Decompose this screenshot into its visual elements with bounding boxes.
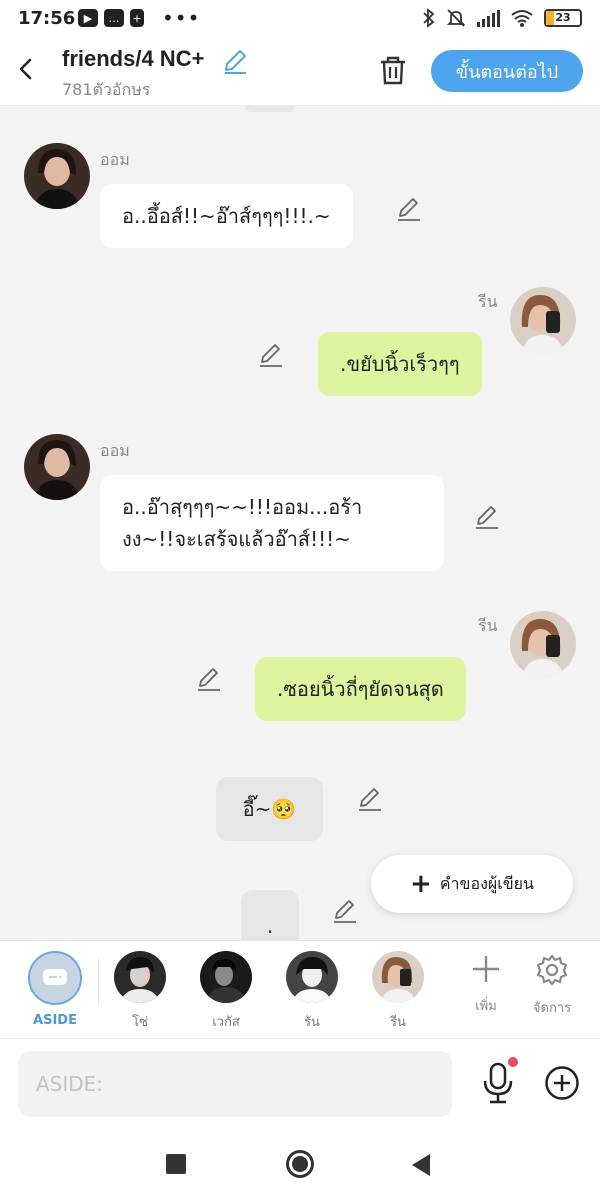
- narration-bubble[interactable]: .: [241, 890, 299, 940]
- add-circle-icon[interactable]: [544, 1065, 580, 1101]
- edit-message-pencil-icon[interactable]: [332, 898, 358, 924]
- input-bar: [0, 1038, 600, 1130]
- author-note-button[interactable]: + คำของผู้เขียน: [371, 855, 573, 913]
- notification-dot: [508, 1057, 518, 1067]
- manage-characters-button[interactable]: จัดการ: [522, 953, 582, 1018]
- status-right-icons: 23: [422, 8, 582, 28]
- edit-message-pencil-icon[interactable]: [474, 504, 500, 530]
- back-triangle-icon[interactable]: [412, 1154, 430, 1176]
- message-bubble[interactable]: .ซอยนิ้วถี่ๆยัดจนสุด: [255, 657, 466, 721]
- message-bubble[interactable]: อ..อึ้อส์!!~อ๊าส์ๆๆๆ!!!.~: [100, 184, 353, 248]
- media-icon: ▶: [78, 9, 98, 27]
- aside-chat-icon: [28, 951, 82, 1005]
- signal-icon: [477, 10, 500, 27]
- gear-icon: [536, 954, 568, 986]
- character-label: รีน: [390, 1015, 406, 1030]
- chat-area[interactable]: ออม อ..อึ้อส์!!~อ๊าส์ๆๆๆ!!!.~ รีน .ขยับน…: [0, 106, 600, 940]
- message-icon: …: [104, 9, 124, 27]
- sender-name: ออม: [100, 441, 130, 460]
- page-title: friends/4 NC+: [62, 46, 205, 71]
- avatar-reen[interactable]: [510, 287, 576, 353]
- edit-message-pencil-icon[interactable]: [357, 786, 383, 812]
- sender-name: รีน: [478, 616, 498, 635]
- author-note-label: คำของผู้เขียน: [439, 873, 534, 893]
- divider: [98, 959, 99, 1005]
- edit-message-pencil-icon[interactable]: [258, 342, 284, 368]
- status-bar: 17:56 ▶ … + ••• 23: [0, 0, 600, 38]
- avatar-aom[interactable]: [24, 434, 90, 500]
- message-line: งง~!!จะเสร้จแล้วอ๊าส์!!!~: [122, 527, 351, 551]
- character-label: ASIDE: [33, 1013, 77, 1028]
- character-aside[interactable]: ASIDE: [25, 951, 85, 1028]
- system-nav-bar: [0, 1130, 600, 1200]
- message-input[interactable]: [18, 1051, 452, 1117]
- edit-message-pencil-icon[interactable]: [196, 666, 222, 692]
- battery-saver-icon: +: [130, 9, 144, 27]
- tool-label: เพิ่ม: [475, 999, 497, 1014]
- narration-bubble[interactable]: อี๊~🥺: [216, 777, 323, 841]
- avatar-reen[interactable]: [510, 611, 576, 677]
- character-label: โซ่: [132, 1015, 148, 1030]
- edit-message-pencil-icon[interactable]: [396, 196, 422, 222]
- plus-icon: [473, 956, 499, 982]
- character-so[interactable]: โซ่: [110, 951, 170, 1032]
- character-count: 781ตัวอักษร: [62, 80, 151, 99]
- message-bubble[interactable]: .ขยับนิ้วเร็วๆๆ: [318, 332, 482, 396]
- avatar: [286, 951, 338, 1003]
- previous-message-stub: [244, 106, 296, 112]
- recent-apps-icon[interactable]: [166, 1154, 186, 1174]
- character-label: เวกัส: [212, 1015, 240, 1030]
- bluetooth-icon: [423, 8, 435, 28]
- next-step-button[interactable]: ขั้นตอนต่อไป: [431, 50, 583, 92]
- edit-title-pencil-icon[interactable]: [222, 48, 248, 74]
- character-label: รัน: [304, 1015, 320, 1030]
- character-bar: ASIDE โซ่ เวกัส รัน รีน เพิ่ม จัดการ: [0, 940, 600, 1038]
- status-left-icons: ▶ … + •••: [78, 6, 201, 30]
- home-icon[interactable]: [286, 1150, 314, 1178]
- tool-label: จัดการ: [532, 1001, 572, 1016]
- battery-level: 23: [555, 11, 571, 24]
- character-reen[interactable]: รีน: [368, 951, 428, 1032]
- sender-name: รีน: [478, 292, 498, 311]
- avatar: [200, 951, 252, 1003]
- character-run[interactable]: รัน: [282, 951, 342, 1032]
- chat-header: friends/4 NC+ 781ตัวอักษร ขั้นตอนต่อไป: [0, 38, 600, 106]
- home-icon-dot: [292, 1156, 308, 1172]
- wifi-icon: [511, 10, 533, 27]
- plus-icon: +: [410, 869, 432, 899]
- avatar: [114, 951, 166, 1003]
- more-dots-icon: •••: [162, 6, 201, 30]
- add-character-button[interactable]: เพิ่ม: [456, 953, 516, 1016]
- sender-name: ออม: [100, 150, 130, 169]
- back-arrow-icon[interactable]: [14, 54, 38, 84]
- avatar: [372, 951, 424, 1003]
- trash-icon[interactable]: [378, 54, 408, 86]
- message-line: อ..อ๊าสฺๆๆๆ~~!!!ออม...อร้า: [122, 495, 363, 519]
- battery-icon: 23: [544, 9, 582, 27]
- status-time: 17:56: [18, 8, 76, 29]
- mute-icon: [446, 9, 466, 27]
- microphone-icon[interactable]: [480, 1061, 516, 1105]
- character-vegas[interactable]: เวกัส: [196, 951, 256, 1032]
- message-bubble[interactable]: อ..อ๊าสฺๆๆๆ~~!!!ออม...อร้า งง~!!จะเสร้จแ…: [100, 475, 444, 571]
- avatar-aom[interactable]: [24, 143, 90, 209]
